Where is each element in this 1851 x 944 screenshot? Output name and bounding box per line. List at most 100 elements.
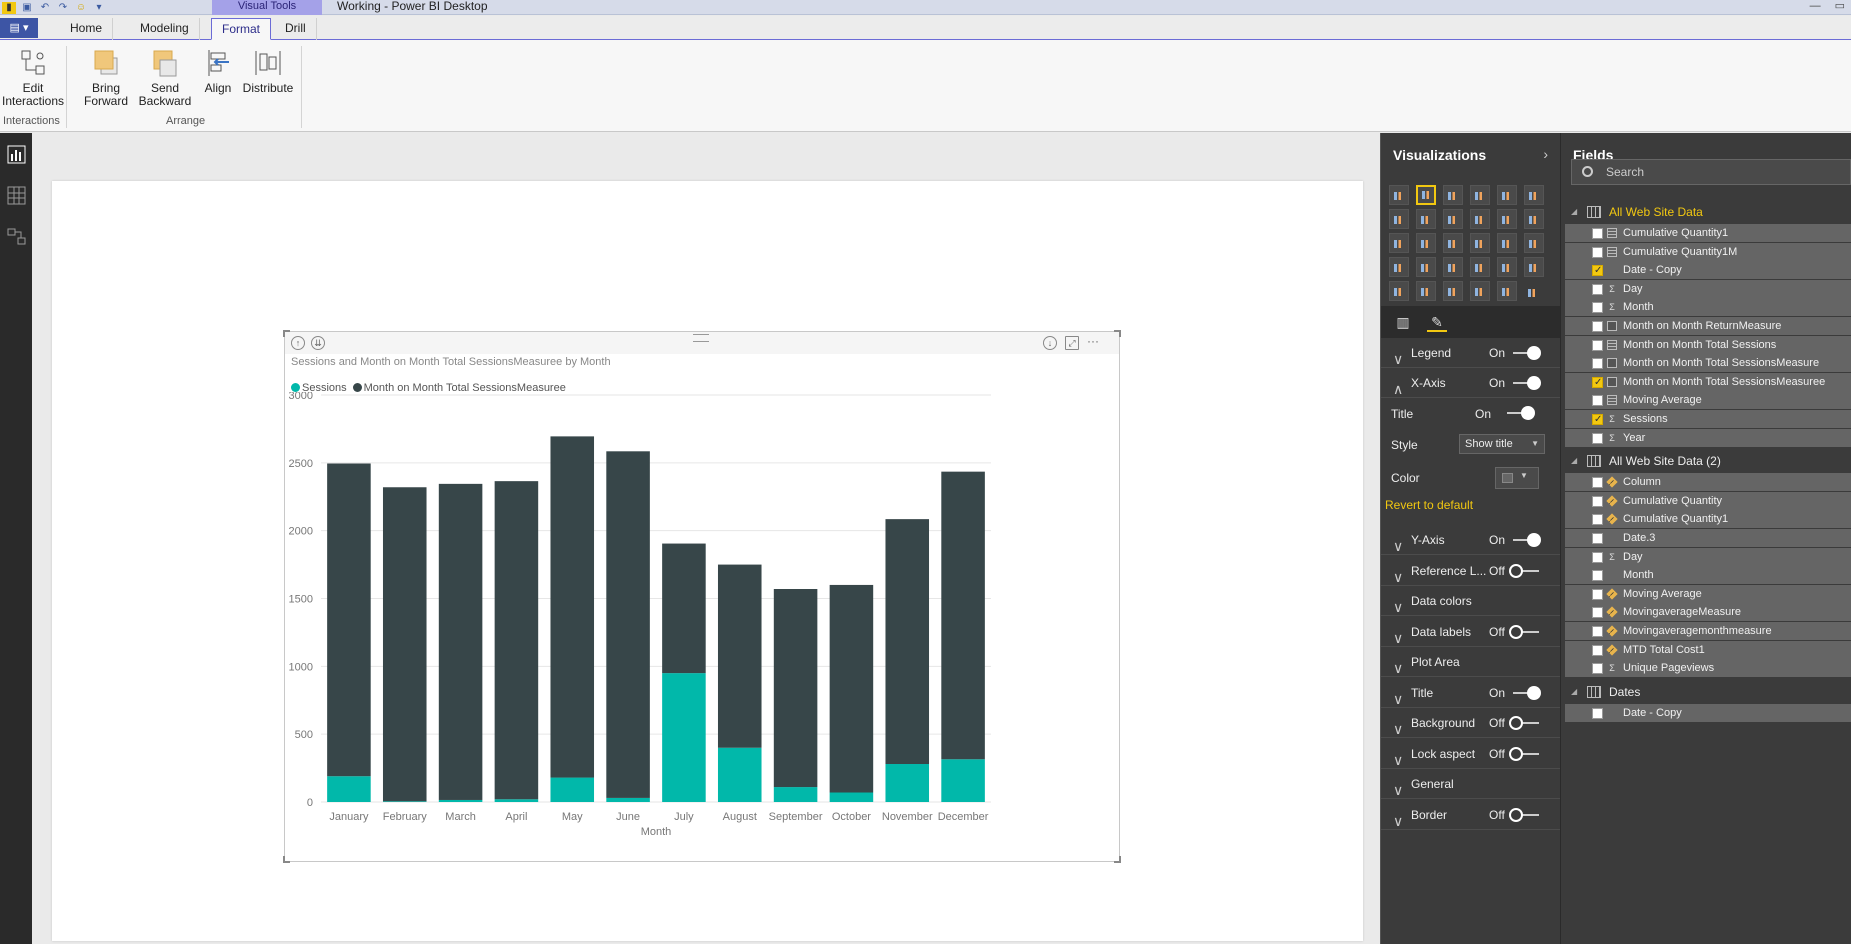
bar-segment[interactable] <box>327 776 371 802</box>
visual-type-icon[interactable] <box>1443 209 1463 229</box>
visual-type-icon[interactable] <box>1443 257 1463 277</box>
field-checkbox[interactable] <box>1592 411 1603 429</box>
field-checkbox[interactable] <box>1592 588 1603 600</box>
field-checkbox[interactable] <box>1592 432 1603 444</box>
field-checkbox[interactable] <box>1592 228 1603 239</box>
bar-segment[interactable] <box>327 463 371 777</box>
report-view-icon[interactable] <box>7 145 26 164</box>
format-section-row[interactable]: ∨ Y-Axis On <box>1381 525 1561 555</box>
field-checkbox[interactable] <box>1592 607 1603 619</box>
visual-type-icon[interactable] <box>1470 185 1490 205</box>
bring-forward-button[interactable]: Bring Forward <box>78 48 134 108</box>
resize-handle[interactable] <box>1114 330 1121 337</box>
toggle-switch[interactable] <box>1509 624 1541 639</box>
visual-type-icon[interactable] <box>1389 257 1409 277</box>
bar-segment[interactable] <box>885 519 930 765</box>
tab-drill[interactable]: Drill <box>275 18 317 40</box>
tab-format[interactable]: Format <box>211 18 272 40</box>
format-section-row[interactable]: ∨ Border Off <box>1381 800 1561 830</box>
distribute-button[interactable]: Distribute <box>240 48 296 95</box>
bar-segment[interactable] <box>606 797 650 802</box>
format-section-row[interactable]: ∨ Title On <box>1381 678 1561 708</box>
bar-segment[interactable] <box>829 584 874 793</box>
format-section-row[interactable]: ∨ Background Off <box>1381 708 1561 738</box>
visual-type-icon[interactable] <box>1389 209 1409 229</box>
bar-segment[interactable] <box>773 787 818 802</box>
visual-type-icon[interactable] <box>1524 257 1544 277</box>
visual-type-icon[interactable] <box>1497 209 1517 229</box>
toggle-switch[interactable] <box>1509 376 1541 390</box>
visual-type-icon[interactable] <box>1416 209 1436 229</box>
field-checkbox[interactable] <box>1592 262 1603 280</box>
bar-segment[interactable] <box>717 564 762 748</box>
field-item[interactable]: Date - Copy <box>1565 703 1851 722</box>
visual-type-icon[interactable] <box>1389 185 1409 205</box>
visual-type-icon[interactable] <box>1524 233 1544 253</box>
bar-segment[interactable] <box>717 747 762 802</box>
align-button[interactable]: Align <box>200 48 236 95</box>
field-checkbox[interactable] <box>1592 626 1603 637</box>
visual-type-icon[interactable] <box>1416 233 1436 253</box>
visual-type-icon[interactable] <box>1443 281 1463 301</box>
bar-segment[interactable] <box>606 451 650 798</box>
focus-mode-icon[interactable]: ⤢ <box>1065 336 1079 350</box>
field-item[interactable]: Σ Unique Pageviews <box>1565 659 1851 678</box>
save-icon[interactable]: ▣ <box>20 2 34 14</box>
drill-up-icon[interactable]: ↑ <box>291 336 305 350</box>
field-item[interactable]: Month on Month Total SessionsMeasuree <box>1565 372 1851 392</box>
edit-interactions-button[interactable]: Edit Interactions <box>2 48 64 108</box>
bar-segment[interactable] <box>941 759 985 802</box>
field-table-header[interactable]: ◢ All Web Site Data (2) <box>1561 450 1851 472</box>
bar-segment[interactable] <box>773 589 818 788</box>
field-item[interactable]: Σ Year <box>1565 428 1851 447</box>
bar-segment[interactable] <box>550 777 595 802</box>
visual-type-icon[interactable] <box>1389 233 1409 253</box>
format-section-row[interactable]: ∨ Lock aspect Off <box>1381 739 1561 769</box>
minimize-icon[interactable]: — <box>1810 0 1821 12</box>
field-checkbox[interactable] <box>1592 514 1603 526</box>
tab-modeling[interactable]: Modeling <box>130 18 200 40</box>
format-section-row[interactable]: ∨ Legend On <box>1381 338 1561 368</box>
field-item[interactable]: Month <box>1565 566 1851 585</box>
field-checkbox[interactable] <box>1592 283 1603 295</box>
visual-type-icon[interactable] <box>1470 257 1490 277</box>
format-section-row[interactable]: ∨ Reference L... Off <box>1381 556 1561 586</box>
bar-segment[interactable] <box>829 792 874 802</box>
stacked-column-visual[interactable]: ↑ ⇊ ↓ ⤢ ··· Sessions and Month on Month … <box>283 330 1121 863</box>
visual-type-icon[interactable] <box>1416 257 1436 277</box>
field-checkbox[interactable] <box>1592 395 1603 407</box>
field-checkbox[interactable] <box>1592 707 1603 719</box>
visual-type-icon[interactable] <box>1524 281 1544 301</box>
field-checkbox[interactable] <box>1592 246 1603 258</box>
field-checkbox[interactable] <box>1592 663 1603 675</box>
visual-type-icon[interactable] <box>1389 281 1409 301</box>
relationships-view-icon[interactable] <box>7 227 26 246</box>
visual-type-icon[interactable] <box>1470 233 1490 253</box>
visual-type-icon[interactable] <box>1497 281 1517 301</box>
format-section-row[interactable]: ∨ Data labels Off <box>1381 617 1561 647</box>
field-item[interactable]: Date - Copy <box>1565 261 1851 280</box>
smiley-icon[interactable]: ☺ <box>74 2 88 14</box>
field-item[interactable]: Σ Month <box>1565 298 1851 317</box>
toggle-switch[interactable] <box>1509 807 1541 822</box>
field-checkbox[interactable] <box>1592 495 1603 507</box>
fields-search-input[interactable]: Search <box>1571 159 1851 185</box>
field-checkbox[interactable] <box>1592 358 1603 370</box>
visual-type-icon[interactable] <box>1470 209 1490 229</box>
field-item[interactable]: Σ Day <box>1565 547 1851 566</box>
toggle-switch[interactable] <box>1509 746 1541 761</box>
format-section-row[interactable]: ∨ General <box>1381 769 1561 799</box>
bar-segment[interactable] <box>885 764 930 802</box>
visual-type-icon[interactable] <box>1443 233 1463 253</box>
field-item[interactable]: ! Cumulative Quantity <box>1565 491 1851 510</box>
visual-type-icon[interactable] <box>1497 257 1517 277</box>
field-checkbox[interactable] <box>1592 321 1603 332</box>
maximize-icon[interactable]: ▭ <box>1835 0 1845 12</box>
bar-segment[interactable] <box>494 799 539 802</box>
drill-mode-icon[interactable]: ↓ <box>1043 336 1057 350</box>
field-item[interactable]: ! Moving Average <box>1565 584 1851 603</box>
bar-segment[interactable] <box>438 799 483 802</box>
visual-type-icon[interactable] <box>1524 209 1544 229</box>
format-paintbrush-icon[interactable]: ✎ <box>1427 312 1447 332</box>
field-checkbox[interactable] <box>1592 533 1603 544</box>
